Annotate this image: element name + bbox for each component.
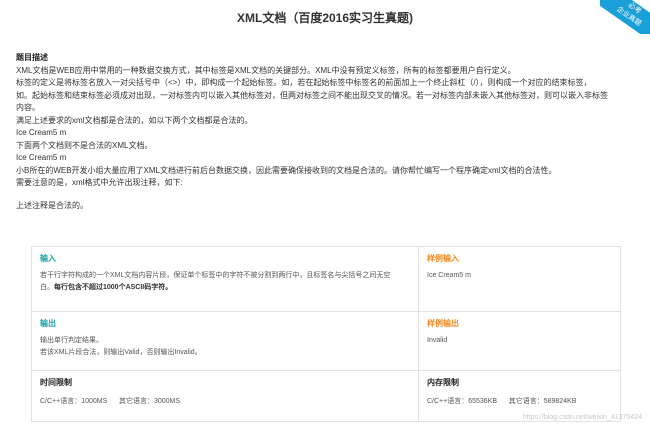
output-cell: 输出 输出单行判定结果。 若该XML片段合法，则输出Valid，否则输出Inva… bbox=[31, 311, 419, 371]
output-label: 输出 bbox=[40, 319, 56, 328]
problem-description: 题目描述 XML文档是WEB应用中常用的一种数据交换方式，其中标签是XML文档的… bbox=[16, 52, 636, 212]
description-line: 内容。 bbox=[16, 103, 40, 112]
sample-input-label: 样例输入 bbox=[427, 254, 459, 263]
description-trailing: 上述注释是合法的。 bbox=[16, 200, 88, 210]
memory-limit-value: C/C++语言：65536KB 其它语言：589824KB bbox=[427, 398, 577, 405]
description-line: 小B所在的WEB开发小组大量应用了XML文档进行前后台数据交换，因此需要确保接收… bbox=[16, 165, 557, 175]
time-limit-value: C/C++语言：1000MS 其它语言：3000MS bbox=[40, 398, 181, 405]
sample-output-cell: 样例输出 Invalid bbox=[418, 311, 621, 371]
input-text: 白。 bbox=[40, 284, 54, 291]
sample-output-value: Invalid bbox=[427, 337, 448, 344]
time-limit-cell: 时间限制 C/C++语言：1000MS 其它语言：3000MS bbox=[31, 370, 419, 422]
description-line: Ice Cream5 m bbox=[16, 153, 67, 162]
description-line: 如。起始标签和结束标签必须成对出现，一对标签内可以嵌入其他标签对，但两对标签之间… bbox=[16, 90, 608, 100]
output-text: 若该XML片段合法，则输出Valid，否则输出Invalid。 bbox=[40, 349, 202, 356]
sample-input-cell: 样例输入 Ice Cream5 m bbox=[418, 246, 621, 312]
description-line: 满足上述要求的xml文档都是合法的，如以下两个文档都是合法的。 bbox=[16, 115, 253, 125]
input-label: 输入 bbox=[40, 254, 56, 263]
output-text: 输出单行判定结果。 bbox=[40, 337, 103, 344]
description-heading: 题目描述 bbox=[16, 53, 48, 62]
input-text-bold: 每行包含不超过1000个ASCII码字符。 bbox=[54, 284, 173, 291]
description-line: Ice Cream5 m bbox=[16, 128, 67, 137]
page-title: XML文档（百度2016实习生真题) bbox=[236, 11, 414, 25]
description-line: XML文档是WEB应用中常用的一种数据交换方式，其中标签是XML文档的关键部分。… bbox=[16, 65, 516, 75]
watermark-text: https://blog.csdn.net/weixin_41370424 bbox=[522, 414, 642, 421]
input-cell: 输入 若干行字符构成的一个XML文档内容片段，保证单个标签中的字符不被分割到两行… bbox=[31, 246, 419, 312]
input-text: 若干行字符构成的一个XML文档内容片段，保证单个标签中的字符不被分割到两行中，且… bbox=[40, 272, 391, 279]
problem-info-table: 输入 若干行字符构成的一个XML文档内容片段，保证单个标签中的字符不被分割到两行… bbox=[31, 246, 621, 422]
time-limit-label: 时间限制 bbox=[40, 378, 72, 387]
sample-input-value: Ice Cream5 m bbox=[427, 272, 471, 279]
memory-limit-label: 内存限制 bbox=[427, 378, 459, 387]
sample-output-label: 样例输出 bbox=[427, 319, 459, 328]
description-line: 需要注意的是，xml格式中允许出现注释，如下: bbox=[16, 178, 183, 187]
description-line: 下面两个文档则不是合法的XML文档。 bbox=[16, 140, 153, 150]
corner-ribbon-badge: 必考 企业真题 bbox=[600, 0, 650, 34]
description-line: 标签的定义是将标签名放入一对尖括号中（<>）中，即构成一个起始标签。如，若在起始… bbox=[16, 78, 592, 87]
